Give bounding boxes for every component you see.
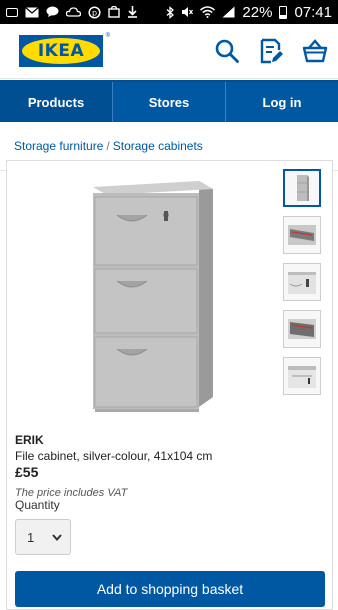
thumbnail-image [297,175,309,201]
chat-icon [46,6,59,17]
main-nav: Products Stores Log in [0,80,338,122]
site-header: IKEA ® [0,24,338,79]
logo-registered-mark: ® [105,33,110,39]
signal-icon [222,6,235,18]
thumbnail-4[interactable] [283,310,321,348]
logo-oval: IKEA [22,38,100,64]
cloud-icon [66,7,81,17]
product-description: File cabinet, silver-colour, 41x104 cm [15,449,213,463]
product-card: ERIK File cabinet, silver-colour, 41x104… [6,160,333,610]
mute-icon [182,7,194,17]
breadcrumb-link-storage-cabinets[interactable]: Storage cabinets [113,139,203,153]
thumbnail-image [288,225,316,245]
battery-icon [279,5,288,19]
download-icon [128,6,137,18]
chevron-down-icon [52,533,62,541]
thumbnail-image [288,272,316,294]
product-info: ERIK File cabinet, silver-colour, 41x104… [15,433,212,499]
thumbnail-3[interactable] [283,263,321,301]
gallery-icon [6,7,18,17]
logo-text: IKEA [37,41,85,61]
status-bar: p 22% 07:41 [0,0,338,24]
header-actions [214,38,328,64]
status-right-icons: 22% 07:41 [166,4,332,21]
wifi-icon [200,6,216,18]
mail-icon [25,6,39,17]
ikea-logo[interactable]: IKEA ® [19,33,110,67]
thumbnail-image [288,366,316,388]
product-price: £55 [15,464,39,480]
product-main-image[interactable] [67,169,257,427]
add-to-basket-button[interactable]: Add to shopping basket [15,571,325,607]
bluetooth-icon [166,5,175,19]
quantity-label: Quantity [15,498,60,512]
breadcrumb-separator: / [106,139,110,153]
sync-icon: p [88,5,101,19]
status-left-icons: p [6,5,138,19]
quantity-select[interactable]: 1 [15,519,71,555]
product-name: ERIK [15,433,44,447]
shopping-list-icon[interactable] [258,38,284,64]
search-icon[interactable] [214,38,240,64]
thumbnail-image [288,319,316,339]
basket-icon[interactable] [302,38,328,64]
thumbnail-1[interactable] [283,169,321,207]
svg-text:p: p [92,8,97,17]
thumbnail-5[interactable] [283,357,321,395]
breadcrumb-link-storage-furniture[interactable]: Storage furniture [14,139,103,153]
thumbnail-2[interactable] [283,216,321,254]
nav-login[interactable]: Log in [226,82,338,122]
quantity-value: 1 [27,529,35,545]
nav-products[interactable]: Products [0,82,113,122]
store-icon [108,6,120,18]
thumbnail-strip [283,169,321,395]
battery-percentage: 22% [242,3,273,21]
clock: 07:41 [294,3,332,21]
nav-stores[interactable]: Stores [113,82,226,122]
